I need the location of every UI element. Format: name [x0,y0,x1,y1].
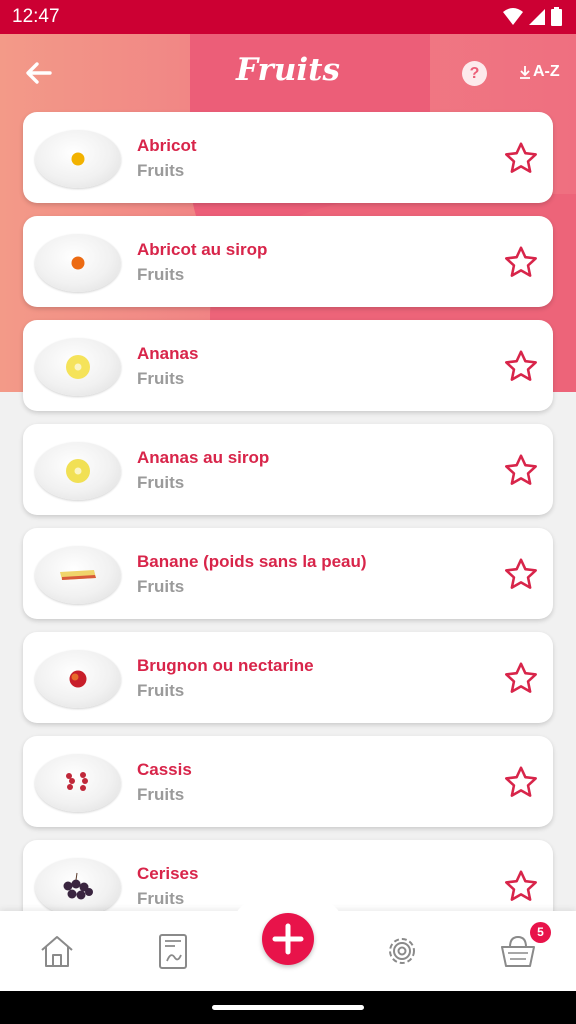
list-item[interactable]: Brugnon ou nectarine Fruits [23,632,553,723]
star-icon[interactable] [503,764,539,800]
home-icon[interactable] [37,931,77,971]
pineapple-image [66,355,90,379]
item-name: Abricot [137,136,197,155]
page-title: Fruits [236,52,340,88]
star-icon[interactable] [503,348,539,384]
item-name: Cerises [137,864,199,883]
item-category: Fruits [137,577,185,596]
plus-icon [272,923,304,955]
star-icon[interactable] [503,452,539,488]
item-name: Abricot au sirop [137,240,268,259]
food-image [35,338,121,396]
cart-badge: 5 [530,922,551,943]
star-icon[interactable] [503,868,539,904]
star-icon[interactable] [503,244,539,280]
item-name: Brugnon ou nectarine [137,656,314,675]
blackcurrant-image [66,772,88,791]
food-image [35,546,121,604]
list-item[interactable]: Abricot Fruits [23,112,553,203]
add-button[interactable] [262,913,314,965]
list-item[interactable]: Ananas Fruits [23,320,553,411]
sort-icon [520,66,530,79]
item-name: Ananas au sirop [137,448,270,467]
sort-label: A-Z [533,63,560,80]
status-bar: 12:47 [0,0,576,34]
item-category: Fruits [137,369,185,388]
item-category: Fruits [137,265,185,284]
banana-image [60,570,96,580]
list-item[interactable]: Banane (poids sans la peau) Fruits [23,528,553,619]
star-icon[interactable] [503,660,539,696]
help-button[interactable]: ? [462,61,487,86]
item-category: Fruits [137,161,185,180]
wifi-icon [503,7,523,25]
signal-icon [529,8,545,25]
food-image [35,130,121,188]
sort-button[interactable]: A-Z [519,63,560,81]
star-icon[interactable] [503,556,539,592]
item-name: Cassis [137,760,192,779]
item-category: Fruits [137,681,185,700]
gear-icon[interactable] [382,931,422,971]
apricot-syrup-image [71,256,85,270]
item-category: Fruits [137,473,185,492]
food-image [35,234,121,292]
nectarine-image [69,670,87,688]
system-nav-bar [0,991,576,1024]
list-item[interactable]: Abricot au sirop Fruits [23,216,553,307]
status-time: 12:47 [12,6,60,27]
list-item[interactable]: Ananas au sirop Fruits [23,424,553,515]
item-category: Fruits [137,785,185,804]
list-item[interactable]: Cassis Fruits [23,736,553,827]
status-icons [503,7,562,26]
cherries-image [63,872,93,900]
battery-icon [551,7,562,26]
apricot-image [71,152,85,166]
food-image [35,754,121,812]
food-image [35,858,121,916]
app-bar: Fruits ? A-Z [0,34,576,112]
item-category: Fruits [137,889,185,908]
item-name: Ananas [137,344,199,363]
food-image [35,442,121,500]
food-image [35,650,121,708]
star-icon[interactable] [503,140,539,176]
home-gesture-pill[interactable] [212,1005,364,1010]
item-name: Banane (poids sans la peau) [137,552,367,571]
food-list: Abricot Fruits Abricot au sirop Fruits A… [23,112,553,944]
journal-icon[interactable] [153,931,193,971]
pineapple-syrup-image [66,459,90,483]
